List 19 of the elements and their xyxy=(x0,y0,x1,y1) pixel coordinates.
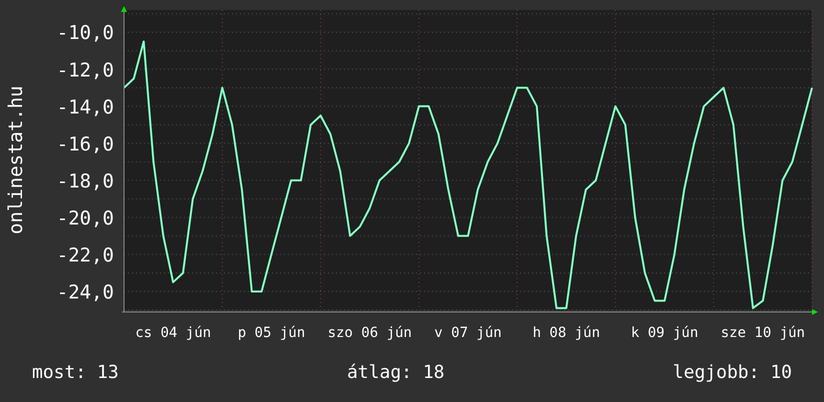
x-tick-label: szo 06 jún xyxy=(328,325,412,341)
y-tick-label: -14,0 xyxy=(56,96,114,118)
x-tick-label: h 08 jún xyxy=(532,325,600,341)
stat-text: legjobb: 10 xyxy=(672,362,792,383)
y-tick-label: -24,0 xyxy=(56,281,114,304)
y-axis-title: onlinestat.hu xyxy=(5,86,27,234)
y-tick-label: -18,0 xyxy=(56,170,114,192)
y-tick-label: -16,0 xyxy=(56,133,114,156)
x-tick-label: v 07 jún xyxy=(434,325,502,341)
stat-text: átlag: 18 xyxy=(346,362,445,383)
x-tick-label: p 05 jún xyxy=(238,325,306,341)
x-tick-label: cs 04 jún xyxy=(135,325,212,341)
x-tick-label: k 09 jún xyxy=(630,325,698,341)
y-tick-label: -22,0 xyxy=(56,244,114,266)
y-tick-label: -20,0 xyxy=(56,207,114,230)
y-tick-label: -12,0 xyxy=(56,59,114,82)
stat-text: most: 13 xyxy=(32,362,119,383)
y-tick-label: -10,0 xyxy=(56,22,114,44)
x-tick-label: sze 10 jún xyxy=(720,325,805,341)
